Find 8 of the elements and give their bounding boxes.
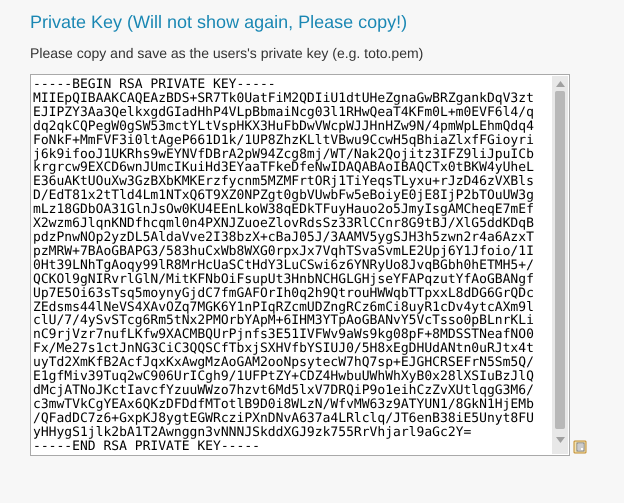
private-key-text: -----BEGIN RSA PRIVATE KEY----- MIIEpQIBAAKCAQEAzBDS+SR7Tk0UatFiM2QDIiU1dtUHeZgnaGwBRZgankDqV3zt EJIPZY3Aa3QelkxgdGIadHhP4VLpBbmaiNcg03l1RHwQeaT4KFm0L+m0EVF6l4/q dq2qkCQPegW0gSW53mctYLtVspHKX3HuFbDwVWcpWJJHnHZw9N/4pmWpLEhmQdq4 FoNkF+MmFVF3i0ltAgeP661D1k/1UP8ZhzKLltVBwu9CcwH5qBhiaZlxfFGioyri j6k9ifooJ1UKRhs9wEYNVfDBrA2pW94Zcg8mj/WT/Nak2Qojitz3IFZ9liJpuICb krgrcw9EXCD6wnJUmcIKuiHd3EYaaTFkeDfeNwIDAQABAoIBAQCTx0tBKW4yUheL E36uAKtUOuXw3GzBXbKMKErzfycnm5MZMFrtORj1TiYeqsTLyxu+rJzD46zVXBls D/EdT81x2tTld4Lm1NTxQ6T9XZ0NPZgt0gbVUwbFw5eBoiyE0jE8IjP2bTOuUW3g mLz18GDbOA31GlnJsOw0KU4EEnLkoW38qEDkTFuyHauo2o5JmyIsgAMCheqE7mEf X2wzm6JlqnKNDfhcqml0n4PXNJZuoeZlovRdsSz33RlCCnr8G9tBJ/XlG5ddKDqB pdzPnwNOp2yzDL5AldaVve2I38bzX+cBaJ05J/3AAMV5ygSJH3h5zwn2r4a6AzxT pzMRW+7BAoGBAPG3/583huCxWb8WXG0rpxJx7VqhTSvaSvmLE2Upj6Y1Jfoio/1I 0Ht39LNhTgAoqy99lR8MrHcUaSCtHdY3LuCSwi6z6YNRyUo8JvqBGbh0hETMH5+/ QCKOl9gNIRvrlGlN/MitKFNbOiFsupUt3HnbNCHGLGHjseYFAPqzutYfAoGBANgf Up7E5Oi63sTsq5moynyGjdC7fmGAFOrIh0q2h9QtrouHWWqbTTpxxL8dDG6GrQDc ZEdsms44lNeVS4XAvOZq7MGK6Y1nPIqRZcmUDZngRCz6mCi8uyR1cDv4ytcAXm9l clU/7/4ySvSTcg6Rm5tNx2PMOrbYApM+6IHM3YTpAoGBANvY5VcTsso0pBLnrKLi nC9rjVzr7nufLKfw9XACMBQUrPjnfs3E51IVFWv9aWs9kg08pF+8MDSSTNeafNO0 Fx/Me27s1ctJnNG3CiC3QQSCfTbxjSXHVfbYSIUJ0/5H8xEgDHUdANtn0uRJtx4t uyTd2XmKfB2AcfJqxKxAwgMzAoGAM2ooNpsytecW7hQ7sp+EJGHCRSEFrN5Sm5Q/ E1gfMiv39Tuq2wC906UrICgh9/1UFPtZY+CDZ4HwbuUWhWhXyB0x28lXSIuBzJlQ dMcjATNoJKctIavcfYzuuWWzo7hzvt6Md5lxV7DRQiP9o1eihCzZvXUtlqgG3M6/ c3mwTVkCgYEAx6QKzDFDdfMTotlB9D0i8WLzN/WfvMW63z9ATYUN1/8GkN1HjEMb /QFadDC7z6+GxpKJ8ygtEGWRcziPXnDNvA637a4LRlclq/JT6enB38iE5Unyt8FU yHHygS1jlk2bA1T2Awnggn3vNNNJSkddXGJ9zk755RrVhjarl9aGc2Y= -----END RSA PRIVATE KEY-----: [32, 76, 534, 454]
scrollbar[interactable]: [552, 76, 568, 454]
scrollbar-thumb[interactable]: [555, 91, 565, 429]
clipboard-icon[interactable]: [573, 440, 587, 454]
scroll-down-icon[interactable]: [556, 437, 564, 443]
scroll-up-icon[interactable]: [556, 81, 564, 87]
instruction-text: Please copy and save as the users's private key (e.g. toto.pem): [30, 44, 424, 62]
dialog-title: Private Key (Will not show again, Please copy!): [30, 11, 408, 34]
